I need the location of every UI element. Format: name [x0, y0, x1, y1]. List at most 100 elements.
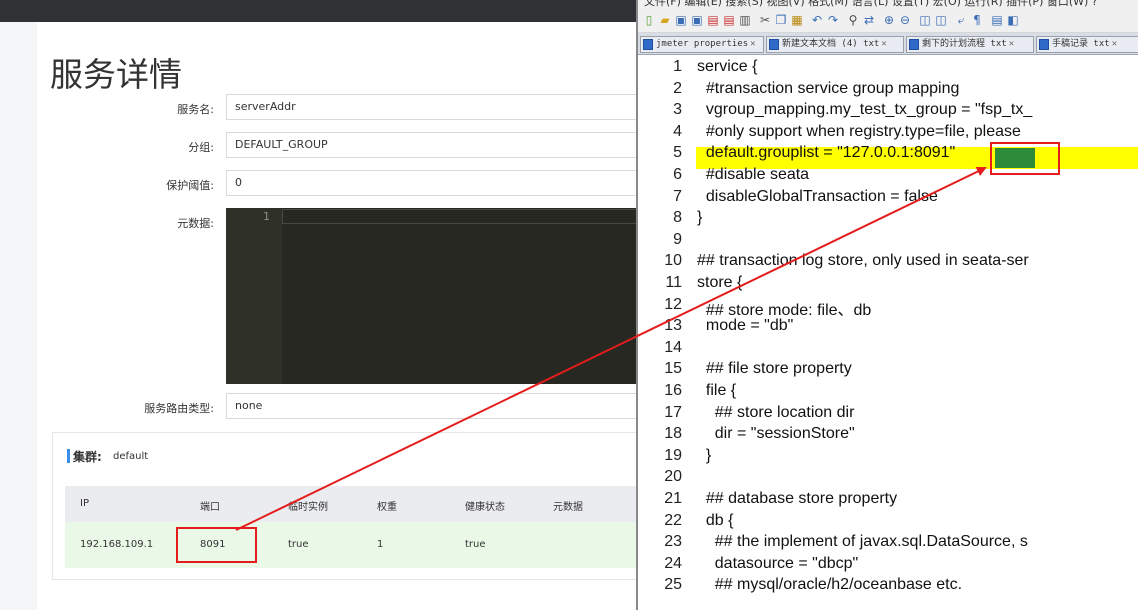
menu-bar[interactable]: 文件(F) 编辑(E) 搜索(S) 视图(V) 格式(M) 语言(L) 设置(T…: [638, 0, 1138, 9]
metadata-label: 元数据:: [177, 217, 214, 230]
line-number: 15: [664, 360, 682, 378]
code-annotation-box: [990, 142, 1060, 175]
group-input[interactable]: DEFAULT_GROUP: [226, 132, 636, 158]
cluster-title: 集群:: [73, 450, 102, 464]
tab-manuscript-notes[interactable]: 手稿记录 txt ✕: [1036, 36, 1138, 53]
protect-threshold-input[interactable]: 0: [226, 170, 636, 196]
map-icon[interactable]: ◧: [1006, 13, 1020, 27]
code-line: ## file store property: [697, 360, 852, 378]
line-number: 23: [664, 533, 682, 551]
file-icon: [769, 39, 779, 50]
redo-icon[interactable]: ↷: [826, 13, 840, 27]
tab-label: 剩下的计划流程 txt: [922, 39, 1007, 49]
line-number: 9: [673, 230, 682, 248]
tab-close-icon[interactable]: ✕: [1009, 39, 1014, 49]
close-all-icon[interactable]: ▤: [722, 13, 736, 27]
col-port: 端口: [200, 502, 220, 513]
undo-icon[interactable]: ↶: [810, 13, 824, 27]
tab-close-icon[interactable]: ✕: [1112, 39, 1117, 49]
tab-label: 手稿记录 txt: [1052, 39, 1110, 49]
code-line: dir = "sessionStore": [697, 425, 855, 443]
line-number: 12: [664, 295, 682, 313]
col-weight: 权重: [377, 502, 397, 513]
code-line: ## transaction log store, only used in s…: [697, 252, 1029, 270]
code-line: datasource = "dbcp": [697, 554, 859, 572]
code-editor[interactable]: 1 2 3 4 5 6 7 8 9 10 11 12 13 14 15 16 17 18 19 20 21 22 23 24 2…: [638, 56, 1138, 610]
toolbar: ▯ ▰ ▣ ▣ ▤ ▤ ▥ ✂ ❐ ▦ ↶ ↷ ⚲ ⇄ ⊕ ⊖ ◫ ◫ ⤶ ¶ …: [638, 9, 1138, 33]
code-line: ## store mode: file、db: [697, 301, 872, 319]
save-icon[interactable]: ▣: [674, 13, 688, 27]
service-name-input[interactable]: serverAddr: [226, 94, 636, 120]
tab-label: jmeter properties: [656, 39, 749, 49]
menu-bar-text[interactable]: 文件(F) 编辑(E) 搜索(S) 视图(V) 格式(M) 语言(L) 设置(T…: [644, 0, 1098, 9]
editor-line-number: 1: [263, 210, 270, 223]
line-number: 1: [673, 58, 682, 75]
find-icon[interactable]: ⚲: [846, 13, 860, 27]
line-number: 16: [664, 382, 682, 399]
code-line: default.grouplist = "127.0.0.1:8091": [697, 144, 956, 162]
code-line: }: [697, 446, 712, 464]
tab-jmeter-properties[interactable]: jmeter properties ✕: [640, 36, 764, 53]
col-metadata: 元数据: [553, 502, 583, 513]
cut-icon[interactable]: ✂: [758, 13, 772, 27]
col-health: 健康状态: [465, 502, 505, 513]
tab-label: 新建文本文档 (4) txt: [782, 39, 880, 49]
route-type-label: 服务路由类型:: [144, 402, 214, 415]
cell-ephemeral: true: [288, 539, 309, 550]
close-icon[interactable]: ▤: [706, 13, 720, 27]
line-number: 21: [664, 490, 682, 507]
instance-table-header: IP 端口 临时实例 权重 健康状态 元数据: [65, 486, 636, 522]
sync-h-icon[interactable]: ◫: [934, 13, 948, 27]
service-name-label: 服务名:: [177, 103, 214, 116]
zoom-out-icon[interactable]: ⊖: [898, 13, 912, 27]
file-icon: [909, 39, 919, 50]
table-row[interactable]: 192.168.109.1 8091 true 1 true: [65, 522, 636, 568]
sync-v-icon[interactable]: ◫: [918, 13, 932, 27]
indent-guide-icon[interactable]: ▤: [990, 13, 1004, 27]
code-line: service {: [697, 58, 758, 75]
code-line: #disable seata: [697, 166, 810, 183]
line-number: 10: [664, 252, 682, 270]
code-line: ## store location dir: [697, 403, 855, 421]
tab-bar: jmeter properties ✕ 新建文本文档 (4) txt ✕ 剩下的计划…: [638, 33, 1138, 55]
copy-icon[interactable]: ❐: [774, 13, 788, 27]
code-line: store {: [697, 274, 743, 291]
new-icon[interactable]: ▯: [642, 13, 656, 27]
replace-icon[interactable]: ⇄: [862, 13, 876, 27]
port-annotation-box: [176, 527, 257, 563]
col-ephemeral: 临时实例: [288, 502, 328, 513]
line-number: 25: [664, 576, 682, 594]
code-line: #transaction service group mapping: [697, 79, 960, 97]
line-number: 22: [664, 511, 682, 529]
line-number: 24: [664, 554, 682, 572]
code-line: disableGlobalTransaction = false: [697, 187, 938, 205]
line-number: 2: [673, 79, 682, 97]
all-chars-icon[interactable]: ¶: [970, 13, 984, 27]
tab-close-icon[interactable]: ✕: [750, 39, 755, 49]
line-number: 14: [664, 338, 682, 356]
line-number: 3: [673, 101, 682, 119]
code-line: db {: [697, 511, 734, 529]
zoom-in-icon[interactable]: ⊕: [882, 13, 896, 27]
wrap-icon[interactable]: ⤶: [954, 13, 968, 27]
print-icon[interactable]: ▥: [738, 13, 752, 27]
code-line: ## the implement of javax.sql.DataSource…: [697, 533, 1028, 551]
tab-close-icon[interactable]: ✕: [881, 39, 886, 49]
paste-icon[interactable]: ▦: [790, 13, 804, 27]
line-number: 8: [673, 209, 682, 227]
code-line: ## database store property: [697, 490, 898, 507]
metadata-editor[interactable]: 1: [226, 208, 636, 384]
save-all-icon[interactable]: ▣: [690, 13, 704, 27]
line-number: 5: [673, 144, 682, 162]
cluster-accent-bar: [67, 449, 70, 463]
code-line: #only support when registry.type=file, p…: [697, 122, 1021, 140]
service-detail-panel: 服务详情 服务名: serverAddr 分组: DEFAULT_GROUP 保…: [0, 0, 636, 610]
code-line: vgroup_mapping.my_test_tx_group = "fsp_t…: [697, 101, 1033, 119]
line-number: 7: [673, 187, 682, 205]
tab-new-text-doc[interactable]: 新建文本文档 (4) txt ✕: [766, 36, 904, 53]
page-title: 服务详情: [50, 55, 182, 94]
open-icon[interactable]: ▰: [658, 13, 672, 27]
route-type-select[interactable]: none: [226, 393, 636, 419]
line-number: 17: [664, 403, 682, 421]
tab-remaining-plan[interactable]: 剩下的计划流程 txt ✕: [906, 36, 1034, 53]
